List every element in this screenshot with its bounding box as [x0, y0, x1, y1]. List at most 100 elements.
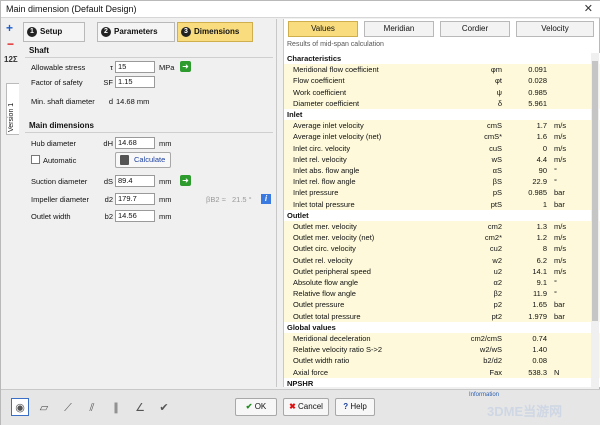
suction-diameter-label: Suction diameter [31, 177, 88, 186]
information-link[interactable]: Information [469, 392, 509, 401]
tab-meridian[interactable]: Meridian [364, 21, 434, 37]
impeller-view-icon[interactable]: ◉ [11, 398, 29, 416]
automatic-checkbox[interactable] [31, 155, 40, 164]
parallel-view-icon[interactable]: ∥ [107, 398, 125, 416]
scroll-thumb[interactable] [592, 61, 598, 321]
row-label: Outlet mer. velocity [293, 222, 357, 231]
section-title: NPSHR [287, 378, 314, 387]
table-row: Relative velocity ratio S->2 w2/wS 1.40 [284, 344, 600, 356]
row-label: Outlet circ. velocity [293, 244, 356, 254]
results-table: Characteristics Meridional flow coefficie… [284, 53, 600, 387]
blade-view-icon[interactable]: ▱ [35, 398, 53, 416]
row-label: Diameter coefficient [293, 98, 360, 108]
version-tab-label: Version 1 [8, 102, 15, 132]
row-label: Relative flow angle [293, 289, 356, 299]
section-title: Outlet [287, 210, 309, 220]
cancel-button[interactable]: ✖ Cancel [283, 398, 329, 416]
step-label: Setup [40, 27, 63, 36]
row-value: 1.65 [532, 300, 547, 310]
close-icon[interactable]: ✕ [584, 2, 593, 15]
remove-version-icon[interactable]: − [7, 37, 14, 51]
help-button[interactable]: ? Help [335, 398, 375, 416]
step-setup[interactable]: 1 Setup [23, 22, 85, 42]
arrow-right-icon[interactable]: ➜ [180, 175, 191, 186]
suction-diameter-symbol: dS [103, 177, 113, 186]
table-row: Average inlet velocity cmS 1.7 m/s [284, 120, 600, 132]
outlet-width-input[interactable]: 14.56 [115, 210, 155, 222]
row-value: 1.979 [528, 311, 547, 321]
help-label: Help [350, 402, 367, 411]
check-view-icon[interactable]: ✔ [155, 398, 173, 416]
row-value: 8 [542, 244, 547, 254]
table-row: Inlet rel. flow angle βS 22.9 ° [284, 176, 600, 188]
tab-velocity[interactable]: Velocity [516, 21, 594, 37]
main-dimension-window: Main dimension (Default Design) ✕ + − 12… [0, 0, 600, 425]
shaft-heading: Shaft [29, 46, 49, 55]
table-row: Absolute flow angle α2 9.1 ° [284, 277, 600, 289]
add-version-icon[interactable]: + [6, 21, 13, 35]
inlet-view-icon[interactable]: ⟋ [59, 398, 77, 416]
row-unit: m/s [554, 132, 567, 142]
info-icon[interactable]: i [261, 194, 271, 204]
section-title: Global values [287, 322, 336, 332]
step-dimensions[interactable]: 3 Dimensions [177, 22, 253, 42]
blade-angle-label: βB2 ≈ [206, 195, 226, 204]
section-title: Inlet [287, 110, 303, 119]
row-value: 5.961 [528, 98, 547, 108]
allowable-stress-input[interactable]: 15 [115, 61, 155, 73]
table-row: Meridional deceleration cm2/cmS 0.74 [284, 333, 600, 345]
row-label: Relative velocity ratio S->2 [293, 345, 382, 355]
allowable-stress-unit: MPa [159, 63, 175, 72]
ok-button[interactable]: ✔ OK [235, 398, 277, 416]
tab-cordier[interactable]: Cordier [440, 21, 510, 37]
tab-version-1[interactable]: Version 1 [6, 83, 19, 135]
row-label: Flow coefficient [293, 76, 345, 86]
outlet-width-unit: mm [159, 212, 172, 221]
allowable-stress-symbol: τ [110, 63, 113, 72]
outlet-view-icon[interactable]: ⫽ [83, 398, 101, 416]
impeller-diameter-input[interactable]: 179.7 [115, 193, 155, 205]
table-row: Relative flow angle β2 11.9 ° [284, 288, 600, 300]
step-parameters[interactable]: 2 Parameters [97, 22, 175, 42]
section-header: Characteristics [284, 53, 600, 65]
sigma-icon[interactable]: 12Σ [4, 55, 18, 64]
row-symbol: φt [495, 76, 502, 86]
step-label: Parameters [114, 27, 158, 36]
row-symbol: wS [491, 154, 502, 164]
row-label: Inlet total pressure [293, 199, 355, 209]
row-symbol: pt2 [491, 311, 502, 321]
step-number: 1 [27, 26, 37, 37]
table-row: Outlet rel. velocity w2 6.2 m/s [284, 254, 600, 266]
factor-of-safety-symbol: SF [103, 78, 113, 87]
row-symbol: w2 [492, 255, 502, 265]
row-symbol: Fax [489, 367, 502, 377]
row-unit: m/s [554, 266, 567, 276]
section-header: Inlet [284, 109, 600, 121]
calculate-button[interactable]: Calculate [115, 152, 171, 168]
watermark-logo: 3DME当游网 [487, 404, 563, 419]
hub-diameter-input[interactable]: 14.68 [115, 137, 155, 149]
row-value: 1.6 [536, 132, 547, 142]
row-label: Outlet peripheral speed [293, 266, 371, 276]
table-row: Outlet total pressure pt2 1.979 bar [284, 310, 600, 322]
row-symbol: cuS [489, 143, 502, 153]
suction-diameter-input[interactable]: 89.4 [115, 175, 155, 187]
results-scrollbar[interactable] [591, 53, 599, 387]
row-unit: m/s [554, 222, 567, 231]
row-unit: m/s [554, 233, 567, 243]
angle-view-icon[interactable]: ∠ [131, 398, 149, 416]
row-unit: m/s [554, 154, 567, 164]
table-row: Inlet circ. velocity cuS 0 m/s [284, 142, 600, 154]
tab-values[interactable]: Values [288, 21, 358, 37]
row-symbol: cm2 [487, 222, 502, 231]
row-unit: m/s [554, 244, 567, 254]
table-row: Meridional flow coefficient φm 0.091 [284, 64, 600, 76]
row-label: Outlet mer. velocity (net) [293, 233, 375, 243]
impeller-diameter-label: Impeller diameter [31, 195, 89, 204]
row-unit: m/s [554, 255, 567, 265]
results-caption: Results of mid-span calculation [287, 41, 384, 48]
arrow-right-icon[interactable]: ➜ [180, 61, 191, 72]
factor-of-safety-input[interactable]: 1.15 [115, 76, 155, 88]
row-symbol: b2/d2 [483, 356, 502, 366]
row-symbol: cmS [487, 121, 502, 131]
